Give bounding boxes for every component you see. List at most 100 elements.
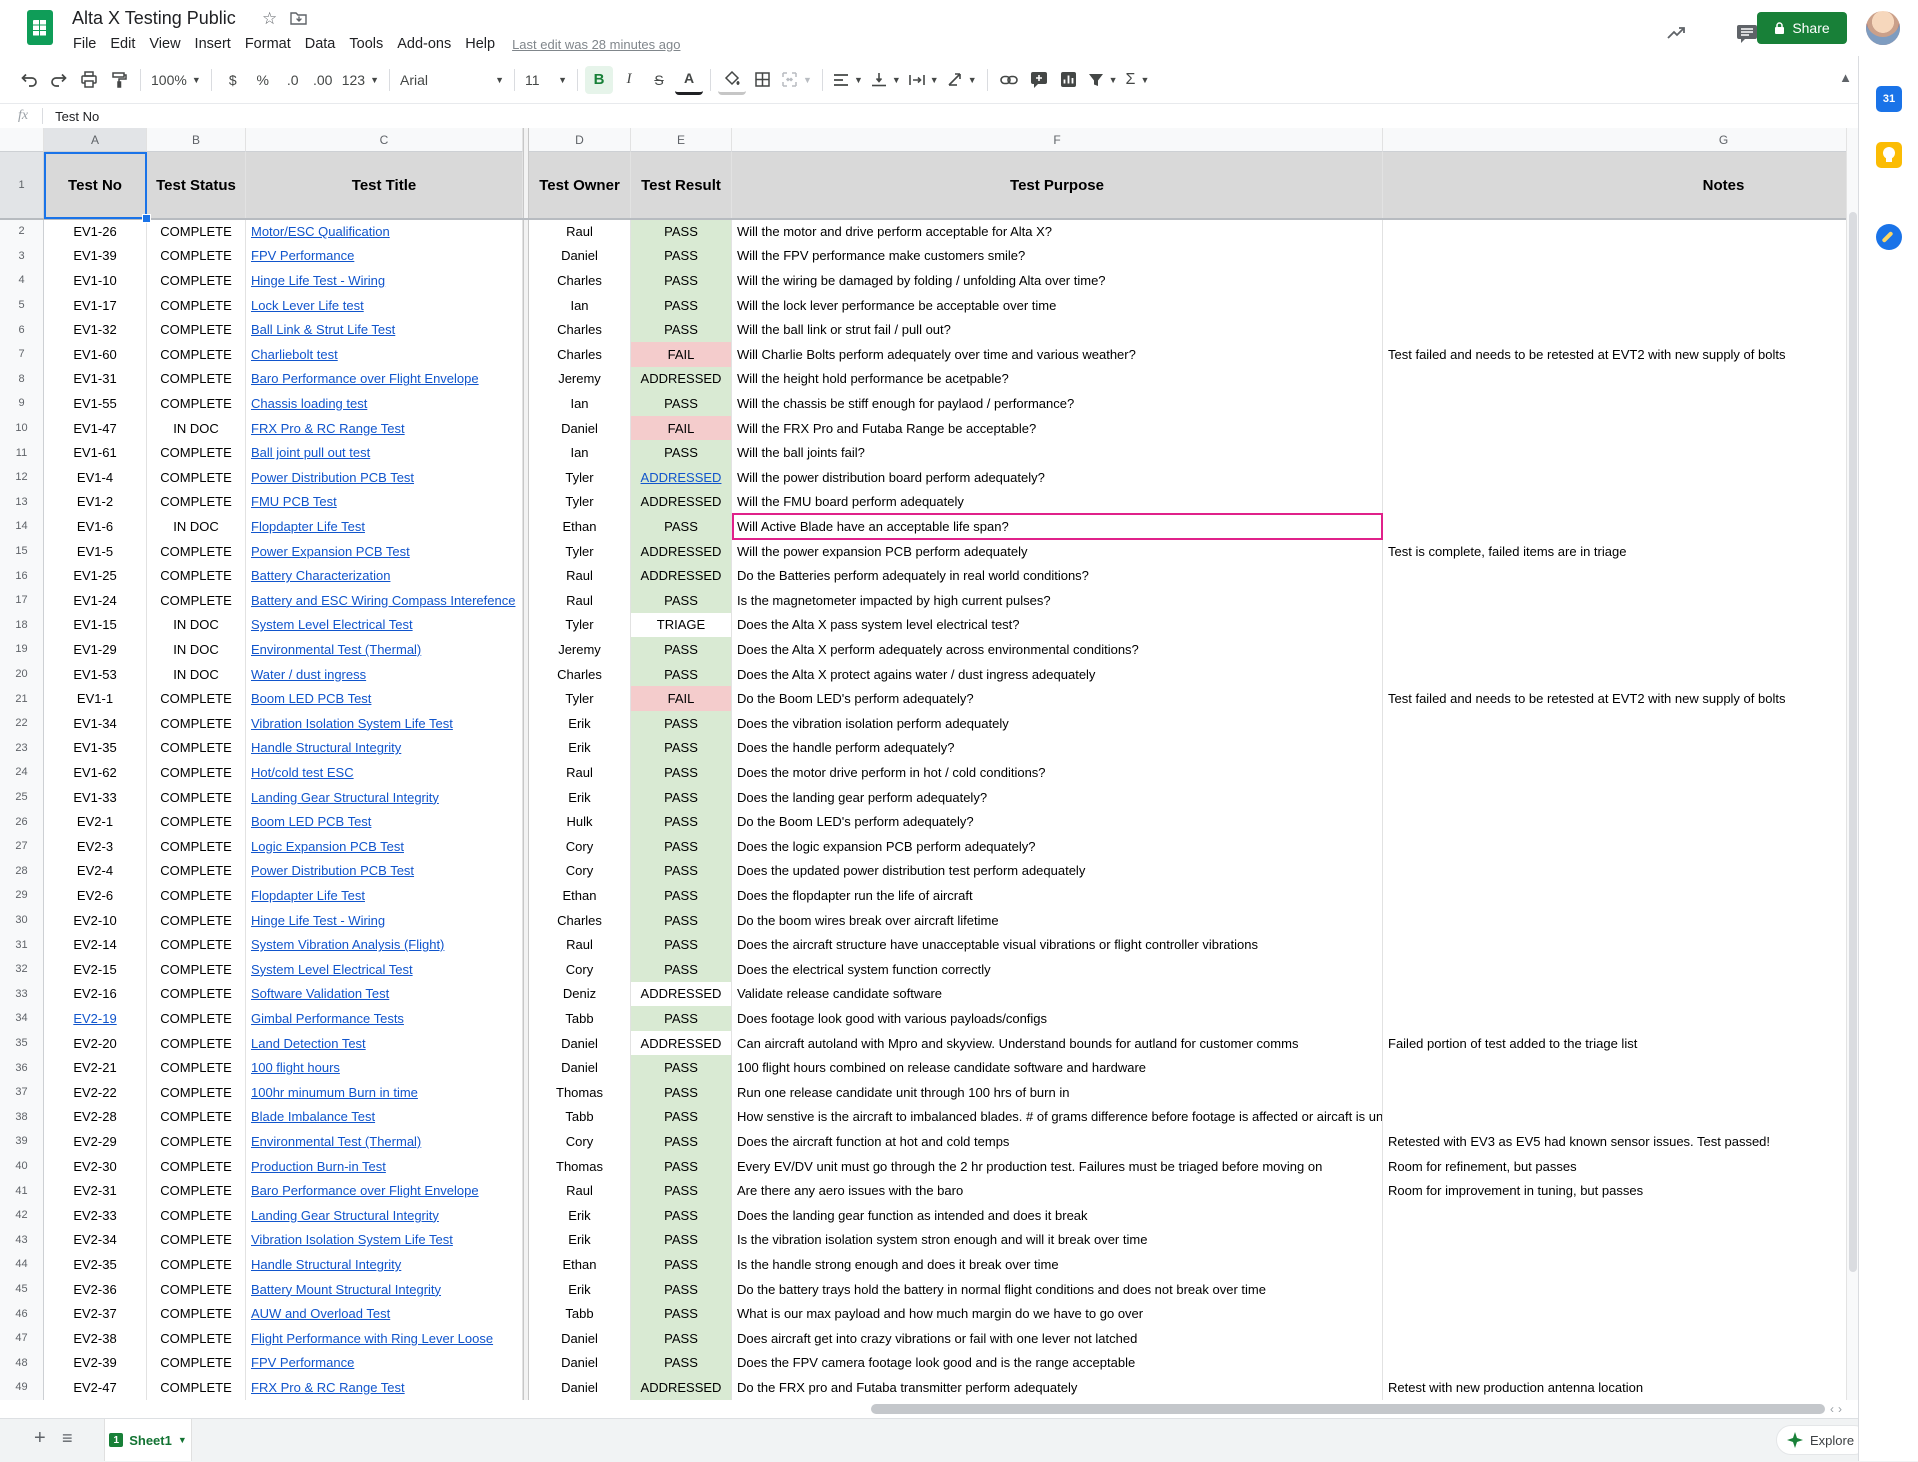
header-cell-note[interactable]: Notes [1383, 152, 1846, 219]
cell-purpose-20[interactable]: Does the Alta X protect agains water / d… [732, 662, 1383, 688]
cell-owner-14[interactable]: Ethan [529, 514, 631, 540]
cell-purpose-19[interactable]: Does the Alta X perform adequately acros… [732, 637, 1383, 663]
row-header-27[interactable]: 27 [0, 834, 44, 860]
cell-result-46[interactable]: PASS [631, 1301, 732, 1327]
row-header-4[interactable]: 4 [0, 268, 44, 294]
cell-purpose-27[interactable]: Does the logic expansion PCB perform ade… [732, 834, 1383, 860]
cell-status-16[interactable]: COMPLETE [147, 563, 246, 589]
cell-title-22[interactable]: Vibration Isolation System Life Test [246, 711, 523, 737]
cell-no-12[interactable]: EV1-4 [44, 465, 147, 491]
cell-status-20[interactable]: IN DOC [147, 662, 246, 688]
cell-no-30[interactable]: EV2-10 [44, 908, 147, 934]
header-cell-owner[interactable]: Test Owner [529, 152, 631, 219]
cell-title-26[interactable]: Boom LED PCB Test [246, 809, 523, 835]
cell-note-15[interactable]: Test is complete, failed items are in tr… [1383, 539, 1846, 565]
cell-purpose-40[interactable]: Every EV/DV unit must go through the 2 h… [732, 1154, 1383, 1180]
cell-owner-28[interactable]: Cory [529, 859, 631, 885]
last-edit-link[interactable]: Last edit was 28 minutes ago [512, 37, 680, 52]
cell-title-8[interactable]: Baro Performance over Flight Envelope [246, 367, 523, 393]
sheets-logo-icon[interactable] [27, 10, 53, 45]
cell-no-14[interactable]: EV1-6 [44, 514, 147, 540]
cell-title-13[interactable]: FMU PCB Test [246, 490, 523, 516]
cell-status-31[interactable]: COMPLETE [147, 932, 246, 958]
cell-result-45[interactable]: PASS [631, 1277, 732, 1303]
row-header-40[interactable]: 40 [0, 1154, 44, 1180]
menu-edit[interactable]: Edit [103, 34, 142, 54]
column-header-E[interactable]: E [631, 128, 732, 152]
italic-button[interactable]: I [615, 66, 643, 94]
cell-result-30[interactable]: PASS [631, 908, 732, 934]
cell-result-47[interactable]: PASS [631, 1326, 732, 1352]
cell-result-12[interactable]: ADDRESSED [631, 465, 732, 491]
row-header-39[interactable]: 39 [0, 1129, 44, 1155]
cell-purpose-6[interactable]: Will the ball link or strut fail / pull … [732, 317, 1383, 343]
cell-note-33[interactable] [1383, 982, 1846, 1008]
cell-note-24[interactable] [1383, 760, 1846, 786]
grid-corner[interactable] [0, 128, 44, 152]
cell-no-13[interactable]: EV1-2 [44, 490, 147, 516]
cell-purpose-32[interactable]: Does the electrical system function corr… [732, 957, 1383, 983]
cell-purpose-45[interactable]: Do the battery trays hold the battery in… [732, 1277, 1383, 1303]
cell-note-7[interactable]: Test failed and needs to be retested at … [1383, 342, 1846, 368]
cell-title-4[interactable]: Hinge Life Test - Wiring [246, 268, 523, 294]
cell-owner-18[interactable]: Tyler [529, 613, 631, 639]
cell-title-38[interactable]: Blade Imbalance Test [246, 1105, 523, 1131]
cell-no-3[interactable]: EV1-39 [44, 244, 147, 270]
cell-result-49[interactable]: ADDRESSED [631, 1375, 732, 1400]
cell-result-48[interactable]: PASS [631, 1351, 732, 1377]
cell-note-36[interactable] [1383, 1055, 1846, 1081]
cell-no-21[interactable]: EV1-1 [44, 686, 147, 712]
cell-result-21[interactable]: FAIL [631, 686, 732, 712]
cell-owner-8[interactable]: Jeremy [529, 367, 631, 393]
cell-no-5[interactable]: EV1-17 [44, 293, 147, 319]
cell-purpose-17[interactable]: Is the magnetometer impacted by high cur… [732, 588, 1383, 614]
row-header-38[interactable]: 38 [0, 1105, 44, 1131]
cell-status-13[interactable]: COMPLETE [147, 490, 246, 516]
cell-purpose-36[interactable]: 100 flight hours combined on release can… [732, 1055, 1383, 1081]
row-header-13[interactable]: 13 [0, 490, 44, 516]
cell-result-19[interactable]: PASS [631, 637, 732, 663]
cell-owner-7[interactable]: Charles [529, 342, 631, 368]
cell-no-16[interactable]: EV1-25 [44, 563, 147, 589]
cell-note-19[interactable] [1383, 637, 1846, 663]
comment-history-icon[interactable] [1736, 24, 1758, 49]
cell-title-7[interactable]: Charliebolt test [246, 342, 523, 368]
cell-status-42[interactable]: COMPLETE [147, 1203, 246, 1229]
cell-result-3[interactable]: PASS [631, 244, 732, 270]
cell-result-15[interactable]: ADDRESSED [631, 539, 732, 565]
star-icon[interactable]: ☆ [262, 9, 277, 29]
cell-status-4[interactable]: COMPLETE [147, 268, 246, 294]
menu-view[interactable]: View [142, 34, 187, 54]
cell-status-40[interactable]: COMPLETE [147, 1154, 246, 1180]
row-header-24[interactable]: 24 [0, 760, 44, 786]
menu-addons[interactable]: Add-ons [390, 34, 458, 54]
cell-title-10[interactable]: FRX Pro & RC Range Test [246, 416, 523, 442]
share-button[interactable]: Share [1757, 12, 1847, 44]
cell-title-44[interactable]: Handle Structural Integrity [246, 1252, 523, 1278]
cell-title-37[interactable]: 100hr minumum Burn in time [246, 1080, 523, 1106]
cell-note-49[interactable]: Retest with new production antenna locat… [1383, 1375, 1846, 1400]
insert-link-button[interactable] [995, 66, 1023, 94]
row-header-45[interactable]: 45 [0, 1277, 44, 1303]
cell-result-14[interactable]: PASS [631, 514, 732, 540]
cell-owner-49[interactable]: Daniel [529, 1375, 631, 1400]
cell-title-36[interactable]: 100 flight hours [246, 1055, 523, 1081]
menu-format[interactable]: Format [238, 34, 298, 54]
cell-status-34[interactable]: COMPLETE [147, 1006, 246, 1032]
cell-note-35[interactable]: Failed portion of test added to the tria… [1383, 1031, 1846, 1057]
column-header-G[interactable]: G [1383, 128, 1846, 152]
cell-owner-34[interactable]: Tabb [529, 1006, 631, 1032]
row-header-42[interactable]: 42 [0, 1203, 44, 1229]
cell-note-22[interactable] [1383, 711, 1846, 737]
cell-status-43[interactable]: COMPLETE [147, 1228, 246, 1254]
row-header-7[interactable]: 7 [0, 342, 44, 368]
cell-purpose-22[interactable]: Does the vibration isolation perform ade… [732, 711, 1383, 737]
cell-note-25[interactable] [1383, 785, 1846, 811]
cell-owner-32[interactable]: Cory [529, 957, 631, 983]
cell-title-9[interactable]: Chassis loading test [246, 391, 523, 417]
cell-status-47[interactable]: COMPLETE [147, 1326, 246, 1352]
cell-owner-35[interactable]: Daniel [529, 1031, 631, 1057]
cell-no-34[interactable]: EV2-19 [44, 1006, 147, 1032]
cell-note-20[interactable] [1383, 662, 1846, 688]
cell-result-43[interactable]: PASS [631, 1228, 732, 1254]
